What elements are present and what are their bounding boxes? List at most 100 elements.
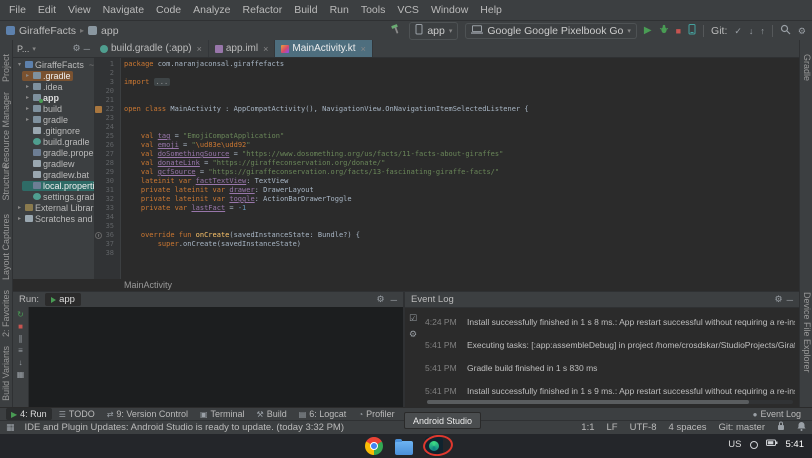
- device-select[interactable]: Google Google Pixelbook Go ▾: [465, 23, 637, 39]
- tree-expand-icon[interactable]: ▸: [16, 215, 23, 222]
- tool-tab-profiler[interactable]: ◔Profiler: [353, 408, 399, 420]
- close-tab-icon[interactable]: ×: [197, 44, 202, 54]
- tree-item-local-properties[interactable]: local.properties: [13, 180, 94, 191]
- tool-window-switcher-icon[interactable]: ▦: [6, 422, 15, 433]
- tree-item-gradle[interactable]: ▸gradle: [13, 114, 94, 125]
- stripe-gradle[interactable]: Gradle: [802, 54, 812, 81]
- clear-console-icon[interactable]: ▦: [17, 370, 25, 379]
- class-marker-icon[interactable]: [95, 106, 102, 113]
- menu-analyze[interactable]: Analyze: [187, 2, 236, 18]
- gradle-task-icon[interactable]: ⚙: [409, 329, 417, 340]
- tab-app-iml[interactable]: app.iml×: [209, 40, 276, 57]
- panel-settings-icon[interactable]: ⚙: [377, 294, 385, 305]
- menu-refactor[interactable]: Refactor: [237, 2, 289, 18]
- tree-expand-icon[interactable]: ▾: [16, 61, 23, 68]
- stripe-device-file-explorer[interactable]: Device File Explorer: [802, 292, 812, 373]
- menu-help[interactable]: Help: [474, 2, 508, 18]
- chrome-icon[interactable]: [365, 437, 383, 455]
- line-separator[interactable]: LF: [607, 422, 618, 433]
- editor-breadcrumb[interactable]: MainActivity: [94, 279, 799, 291]
- horizontal-scrollbar[interactable]: [427, 400, 793, 404]
- scrollbar-thumb[interactable]: [427, 400, 749, 404]
- override-marker-icon[interactable]: ↑: [95, 232, 102, 239]
- panel-settings-icon[interactable]: ⚙: [775, 294, 783, 305]
- tree-item-gradle-propert[interactable]: gradle.propert...: [13, 147, 94, 158]
- tree-expand-icon[interactable]: ▸: [24, 116, 31, 123]
- rerun-icon[interactable]: ↻: [17, 310, 24, 319]
- tree-expand-icon[interactable]: ▸: [24, 105, 31, 112]
- scroll-to-end-icon[interactable]: ↓: [19, 358, 23, 367]
- tree-item-scratches-and-co[interactable]: ▸Scratches and Co...: [13, 213, 94, 224]
- stripe-build-variants[interactable]: Build Variants: [1, 346, 11, 401]
- git-branch[interactable]: Git: master: [719, 422, 765, 433]
- tree-expand-icon[interactable]: ▸: [24, 94, 31, 101]
- tree-item-build-gradle[interactable]: build.gradle: [13, 136, 94, 147]
- tree-item-gradle[interactable]: ▸.gradle: [13, 70, 94, 81]
- clock[interactable]: 5:41: [786, 439, 805, 450]
- stripe-layout-captures[interactable]: Layout Captures: [1, 214, 11, 280]
- tool-tab-9-version-control[interactable]: ⇄9: Version Control: [102, 408, 193, 420]
- run-tab-app[interactable]: app: [45, 293, 81, 306]
- tree-expand-icon[interactable]: ▸: [16, 204, 23, 211]
- git-push-icon[interactable]: ↑: [760, 26, 765, 36]
- run-button[interactable]: ▶: [644, 26, 652, 36]
- tab-build-gradle-app[interactable]: build.gradle (:app)×: [94, 40, 209, 57]
- indent-setting[interactable]: 4 spaces: [669, 422, 707, 433]
- hide-panel-icon[interactable]: ─: [84, 44, 90, 54]
- debug-bug-icon[interactable]: [659, 24, 669, 37]
- menu-window[interactable]: Window: [425, 2, 474, 18]
- tree-item-gitignore[interactable]: .gitignore: [13, 125, 94, 136]
- tree-item-gradlew[interactable]: gradlew: [13, 158, 94, 169]
- breadcrumb-module[interactable]: app: [101, 25, 119, 37]
- event-filter-icon[interactable]: ☑: [409, 313, 417, 324]
- tool-tab-event-log[interactable]: ●Event Log: [748, 408, 806, 420]
- stripe-project[interactable]: Project: [1, 54, 11, 82]
- run-console[interactable]: [29, 307, 403, 407]
- tree-item-external-libraries[interactable]: ▸External Libraries: [13, 202, 94, 213]
- notifications-bell-icon[interactable]: [797, 421, 806, 434]
- tree-item-idea[interactable]: ▸.idea: [13, 81, 94, 92]
- tool-tab-todo[interactable]: ☰TODO: [54, 408, 100, 420]
- tree-item-settings-gradl[interactable]: settings.gradl...: [13, 191, 94, 202]
- menu-edit[interactable]: Edit: [32, 2, 62, 18]
- tray-status-icon[interactable]: [750, 441, 758, 449]
- close-tab-icon[interactable]: ×: [263, 44, 268, 54]
- menu-navigate[interactable]: Navigate: [97, 2, 150, 18]
- tool-tab-4-run[interactable]: ▶4: Run: [6, 408, 52, 420]
- panel-settings-icon[interactable]: ⚙: [73, 43, 81, 54]
- pause-output-icon[interactable]: ∥: [19, 334, 23, 343]
- keyboard-layout[interactable]: US: [728, 439, 741, 450]
- menu-file[interactable]: File: [3, 2, 32, 18]
- hide-panel-icon[interactable]: ─: [391, 295, 397, 305]
- settings-gear-icon[interactable]: ⚙: [798, 26, 806, 36]
- menu-build[interactable]: Build: [288, 2, 323, 18]
- menu-run[interactable]: Run: [324, 2, 355, 18]
- breadcrumb-project[interactable]: GiraffeFacts: [19, 25, 76, 37]
- caret-position[interactable]: 1:1: [581, 422, 594, 433]
- project-panel-title[interactable]: P...: [17, 44, 29, 54]
- menu-view[interactable]: View: [62, 2, 97, 18]
- lock-icon[interactable]: [777, 421, 785, 434]
- code-editor[interactable]: 1package com.naranjaconsal.giraffefacts2…: [94, 58, 799, 279]
- tool-tab-terminal[interactable]: ▣Terminal: [195, 408, 250, 420]
- tree-expand-icon[interactable]: ▸: [24, 83, 31, 90]
- stripe-resource-manager[interactable]: Resource Manager: [1, 92, 11, 169]
- tree-item-build[interactable]: ▸build: [13, 103, 94, 114]
- run-configuration-select[interactable]: app ▾: [409, 22, 458, 40]
- tool-tab-6-logcat[interactable]: ▤6: Logcat: [294, 408, 352, 420]
- tab-mainactivity-kt[interactable]: MainActivity.kt×: [275, 40, 372, 57]
- tree-item-giraffefacts[interactable]: ▾GiraffeFacts~/Andr: [13, 59, 94, 70]
- menu-vcs[interactable]: VCS: [391, 2, 425, 18]
- device-file-manager-icon[interactable]: [688, 24, 696, 38]
- stripe-structure[interactable]: Structure: [1, 164, 11, 201]
- status-message[interactable]: IDE and Plugin Updates: Android Studio i…: [25, 422, 345, 433]
- stop-button[interactable]: ■: [676, 26, 681, 36]
- stripe-2-favorites[interactable]: 2: Favorites: [1, 290, 11, 337]
- close-tab-icon[interactable]: ×: [361, 44, 366, 54]
- git-update-icon[interactable]: ↓: [749, 26, 754, 36]
- menu-tools[interactable]: Tools: [355, 2, 392, 18]
- soft-wrap-icon[interactable]: ≡: [18, 346, 23, 355]
- menu-code[interactable]: Code: [150, 2, 187, 18]
- stop-icon[interactable]: ■: [18, 322, 23, 331]
- battery-icon[interactable]: [766, 439, 778, 450]
